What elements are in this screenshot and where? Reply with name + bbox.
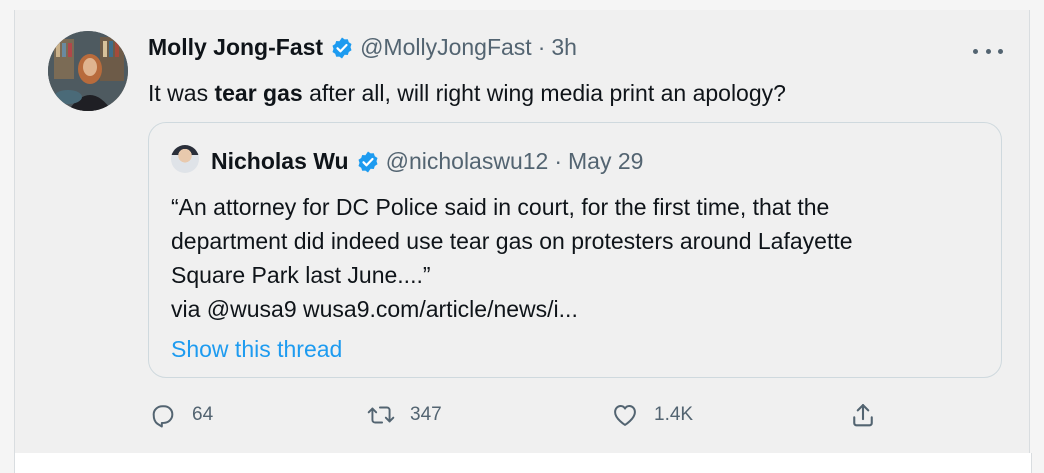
share-icon bbox=[848, 400, 878, 430]
reply-icon bbox=[148, 400, 178, 430]
quoted-text-line: Square Park last June....” bbox=[171, 262, 431, 288]
next-tweet-edge bbox=[14, 453, 1032, 473]
tweet-text-bold: tear gas bbox=[214, 80, 303, 106]
verified-badge-icon bbox=[330, 36, 354, 60]
tweet-time[interactable]: 3h bbox=[551, 34, 577, 61]
quoted-text-line: via @wusa9 wusa9.com/article/news/i... bbox=[171, 296, 578, 322]
author-handle[interactable]: @MollyJongFast bbox=[360, 34, 532, 61]
quoted-text-line: “An attorney for DC Police said in court… bbox=[171, 194, 830, 220]
verified-badge-icon bbox=[356, 150, 380, 174]
separator-dot: · bbox=[537, 34, 546, 60]
tweet-card[interactable]: Molly Jong-Fast @MollyJongFast · 3h It w… bbox=[14, 10, 1030, 454]
retweet-icon bbox=[366, 400, 396, 430]
reply-count: 64 bbox=[192, 404, 214, 425]
quoted-author-name: Nicholas Wu bbox=[211, 148, 349, 174]
heart-icon bbox=[610, 400, 640, 430]
retweet-button[interactable]: 347 bbox=[366, 400, 442, 430]
quoted-text-line: department did indeed use tear gas on pr… bbox=[171, 228, 853, 254]
tweet-text-after: after all, will right wing media print a… bbox=[302, 80, 786, 106]
quoted-tweet-header: Nicholas Wu @nicholaswu12 · May 29 bbox=[211, 148, 643, 175]
separator-dot: · bbox=[554, 148, 562, 174]
tweet-text: It was tear gas after all, will right wi… bbox=[148, 80, 786, 107]
reply-button[interactable]: 64 bbox=[148, 400, 213, 430]
retweet-count: 347 bbox=[410, 404, 442, 425]
tweet-actions: 64 347 1.4K bbox=[148, 400, 908, 430]
quoted-tweet-text: “An attorney for DC Police said in court… bbox=[171, 190, 991, 326]
quoted-tweet[interactable]: Nicholas Wu @nicholaswu12 · May 29 “An a… bbox=[148, 122, 1002, 378]
tweet-text-before: It was bbox=[148, 80, 215, 106]
quoted-author-handle: @nicholaswu12 bbox=[385, 148, 549, 174]
quoted-tweet-date: May 29 bbox=[568, 148, 644, 174]
share-button[interactable] bbox=[848, 400, 878, 430]
show-thread-link[interactable]: Show this thread bbox=[171, 336, 342, 363]
like-button[interactable]: 1.4K bbox=[610, 400, 693, 430]
quoted-author-avatar bbox=[171, 145, 199, 173]
author-name[interactable]: Molly Jong-Fast bbox=[148, 34, 323, 61]
more-horizontal-icon[interactable] bbox=[973, 46, 1003, 56]
author-avatar[interactable] bbox=[48, 31, 128, 111]
tweet-header: Molly Jong-Fast @MollyJongFast · 3h bbox=[148, 34, 577, 61]
like-count: 1.4K bbox=[654, 404, 694, 425]
